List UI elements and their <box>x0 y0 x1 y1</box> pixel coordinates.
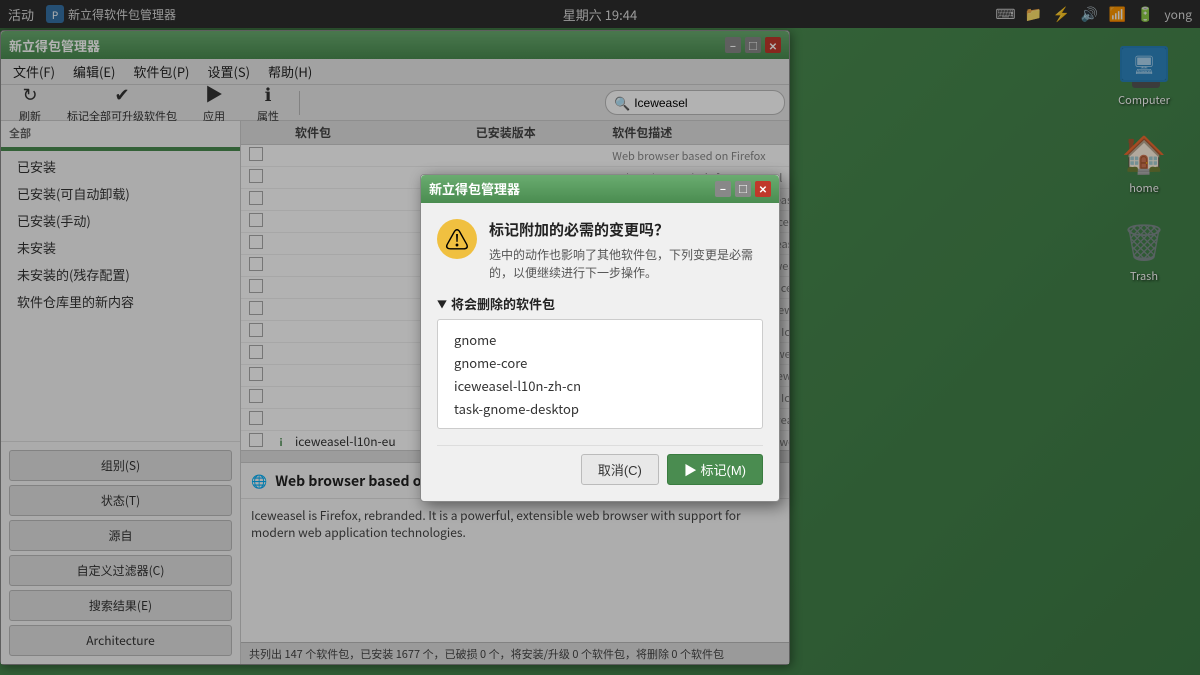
list-item: iceweasel-l10n-zh-cn <box>446 374 754 397</box>
dialog-section-header[interactable]: ▼ 将会删除的软件包 <box>437 294 763 313</box>
dialog-minimize-btn[interactable]: − <box>715 181 731 197</box>
dialog-maximize-btn[interactable]: □ <box>735 181 751 197</box>
cancel-button[interactable]: 取消(C) <box>581 454 659 485</box>
list-item: gnome <box>446 328 754 351</box>
desktop: 活动 P 新立得软件包管理器 星期六 19:44 ⌨ 📁 ⚡ 🔊 📶 🔋 yon… <box>0 0 1200 675</box>
dialog-header-text: 标记附加的必需的变更吗？ 选中的动作也影响了其他软件包，下列变更是必需的，以便继… <box>489 219 763 282</box>
dialog: 新立得包管理器 − □ ✕ ⚠ 标记附加的必需的变更吗？ 选中的动作也影响了其他… <box>420 174 780 502</box>
list-item: gnome-core <box>446 351 754 374</box>
expand-icon: ▼ <box>437 296 447 311</box>
dialog-buttons: 取消(C) ▶ 标记(M) <box>437 445 763 485</box>
dialog-header-row: ⚠ 标记附加的必需的变更吗？ 选中的动作也影响了其他软件包，下列变更是必需的，以… <box>437 219 763 282</box>
dialog-package-list: gnome gnome-core iceweasel-l10n-zh-cn ta… <box>437 319 763 429</box>
dialog-description: 选中的动作也影响了其他软件包，下列变更是必需的，以便继续进行下一步操作。 <box>489 246 763 282</box>
dialog-title: 新立得包管理器 <box>429 179 520 198</box>
list-item: task-gnome-desktop <box>446 397 754 420</box>
dialog-titlebar: 新立得包管理器 − □ ✕ <box>421 175 779 203</box>
dialog-section-title: 将会删除的软件包 <box>451 294 555 313</box>
dialog-content: ⚠ 标记附加的必需的变更吗？ 选中的动作也影响了其他软件包，下列变更是必需的，以… <box>421 203 779 501</box>
dialog-close-btn[interactable]: ✕ <box>755 181 771 197</box>
dialog-section: ▼ 将会删除的软件包 gnome gnome-core iceweasel-l1… <box>437 294 763 429</box>
mark-button[interactable]: ▶ 标记(M) <box>667 454 763 485</box>
dialog-warning-icon: ⚠ <box>437 219 477 259</box>
dialog-overlay: 新立得包管理器 − □ ✕ ⚠ 标记附加的必需的变更吗？ 选中的动作也影响了其他… <box>0 0 1200 675</box>
dialog-window-controls: − □ ✕ <box>715 181 771 197</box>
dialog-main-question: 标记附加的必需的变更吗？ <box>489 219 763 240</box>
